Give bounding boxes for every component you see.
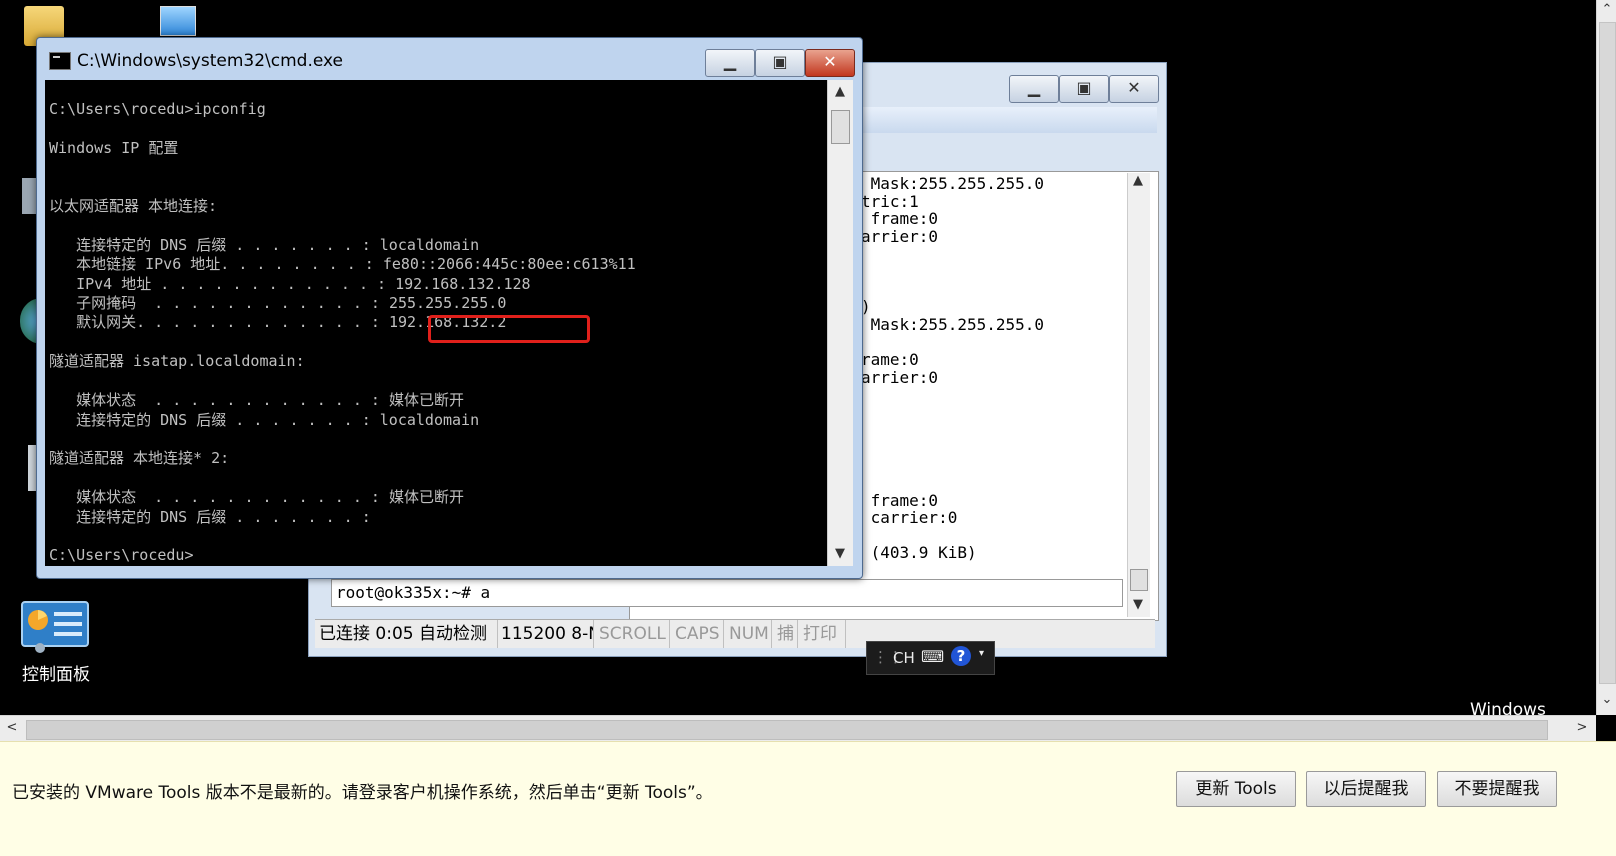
cmd-maximize-button[interactable]: ▣ <box>755 49 805 77</box>
viewport-scroll-down-icon[interactable]: ⌄ <box>1597 692 1616 707</box>
viewport-scroll-up-icon[interactable]: ⌃ <box>1597 2 1616 17</box>
terminal-output-text: Mask:255.255.255.0 tric:1 frame:0 arrier… <box>861 175 1045 563</box>
vmware-tools-message: 已安装的 VMware Tools 版本不是最新的。请登录客户机操作系统，然后单… <box>12 783 713 803</box>
update-tools-button[interactable]: 更新 Tools <box>1176 771 1296 807</box>
scroll-down-icon[interactable]: ▼ <box>1128 597 1148 612</box>
viewport-vscroll-thumb[interactable] <box>1599 22 1616 684</box>
cmd-title: C:\Windows\system32\cmd.exe <box>77 51 344 71</box>
control-panel-icon[interactable] <box>20 600 92 654</box>
langbar-options-icon[interactable]: ▾ <box>979 648 984 659</box>
cmd-console[interactable]: C:\Users\rocedu>ipconfig Windows IP 配置 以… <box>45 80 827 566</box>
terminal-toolbar <box>857 107 1157 133</box>
terminal-input-line[interactable]: root@ok335x:~# a <box>331 579 1123 607</box>
scroll-up-icon[interactable]: ▲ <box>1128 173 1148 188</box>
status-auto-detect: 自动检测 <box>415 620 498 648</box>
viewport-scroll-right-icon[interactable]: > <box>1572 720 1592 735</box>
cmd-titlebar[interactable]: C:\Windows\system32\cmd.exe ▁ ▣ ✕ <box>37 38 862 80</box>
cmd-scroll-thumb[interactable] <box>831 110 850 144</box>
remind-later-button[interactable]: 以后提醒我 <box>1306 771 1426 807</box>
langbar-language[interactable]: CH <box>893 649 915 667</box>
never-remind-button[interactable]: 不要提醒我 <box>1437 771 1557 807</box>
cmd-minimize-button[interactable]: ▁ <box>705 49 755 77</box>
status-scroll: SCROLL <box>595 620 670 648</box>
cmd-app-icon <box>49 52 71 70</box>
keyboard-icon[interactable]: ⌨ <box>921 647 944 666</box>
cmd-close-button[interactable]: ✕ <box>805 49 855 77</box>
terminal-scrollbar[interactable]: ▲ ▼ <box>1127 173 1150 617</box>
terminal-scroll-thumb[interactable] <box>1130 569 1148 591</box>
viewport-vertical-scrollbar[interactable]: ⌃ ⌄ <box>1596 0 1616 715</box>
cmd-scrollbar[interactable]: ▲ ▼ <box>827 80 853 566</box>
terminal-close-button[interactable]: ✕ <box>1109 75 1159 103</box>
cmd-scroll-down-icon[interactable]: ▼ <box>830 546 850 561</box>
terminal-minimize-button[interactable]: ▁ <box>1009 75 1059 103</box>
status-baud: 115200 8-N-1 <box>497 620 594 648</box>
help-icon[interactable]: ? <box>951 646 971 666</box>
language-bar[interactable]: ⋮⋮ CH ⌨ ? ▾ <box>866 641 995 675</box>
viewport-scroll-left-icon[interactable]: < <box>2 720 22 735</box>
computer-icon[interactable] <box>160 6 196 36</box>
status-num: NUM <box>725 620 772 648</box>
vmware-tools-notification: 已安装的 VMware Tools 版本不是最新的。请登录客户机操作系统，然后单… <box>0 741 1616 856</box>
control-panel-label[interactable]: 控制面板 <box>16 660 96 685</box>
cmd-window[interactable]: C:\Windows\system32\cmd.exe ▁ ▣ ✕ C:\Use… <box>36 37 863 579</box>
viewport-horizontal-scrollbar[interactable]: < > <box>0 715 1596 742</box>
terminal-maximize-button[interactable]: ▣ <box>1059 75 1109 103</box>
status-print: 打印 <box>799 620 846 648</box>
cmd-scroll-up-icon[interactable]: ▲ <box>830 84 850 99</box>
viewport-hscroll-thumb[interactable] <box>26 720 1548 740</box>
ipv4-highlight-box <box>428 315 590 343</box>
status-capture: 捕 <box>773 620 798 648</box>
terminal-status-bar: 已连接 0:05 自动检测 115200 8-N-1 SCROLL CAPS N… <box>315 619 1155 648</box>
status-caps: CAPS <box>671 620 724 648</box>
